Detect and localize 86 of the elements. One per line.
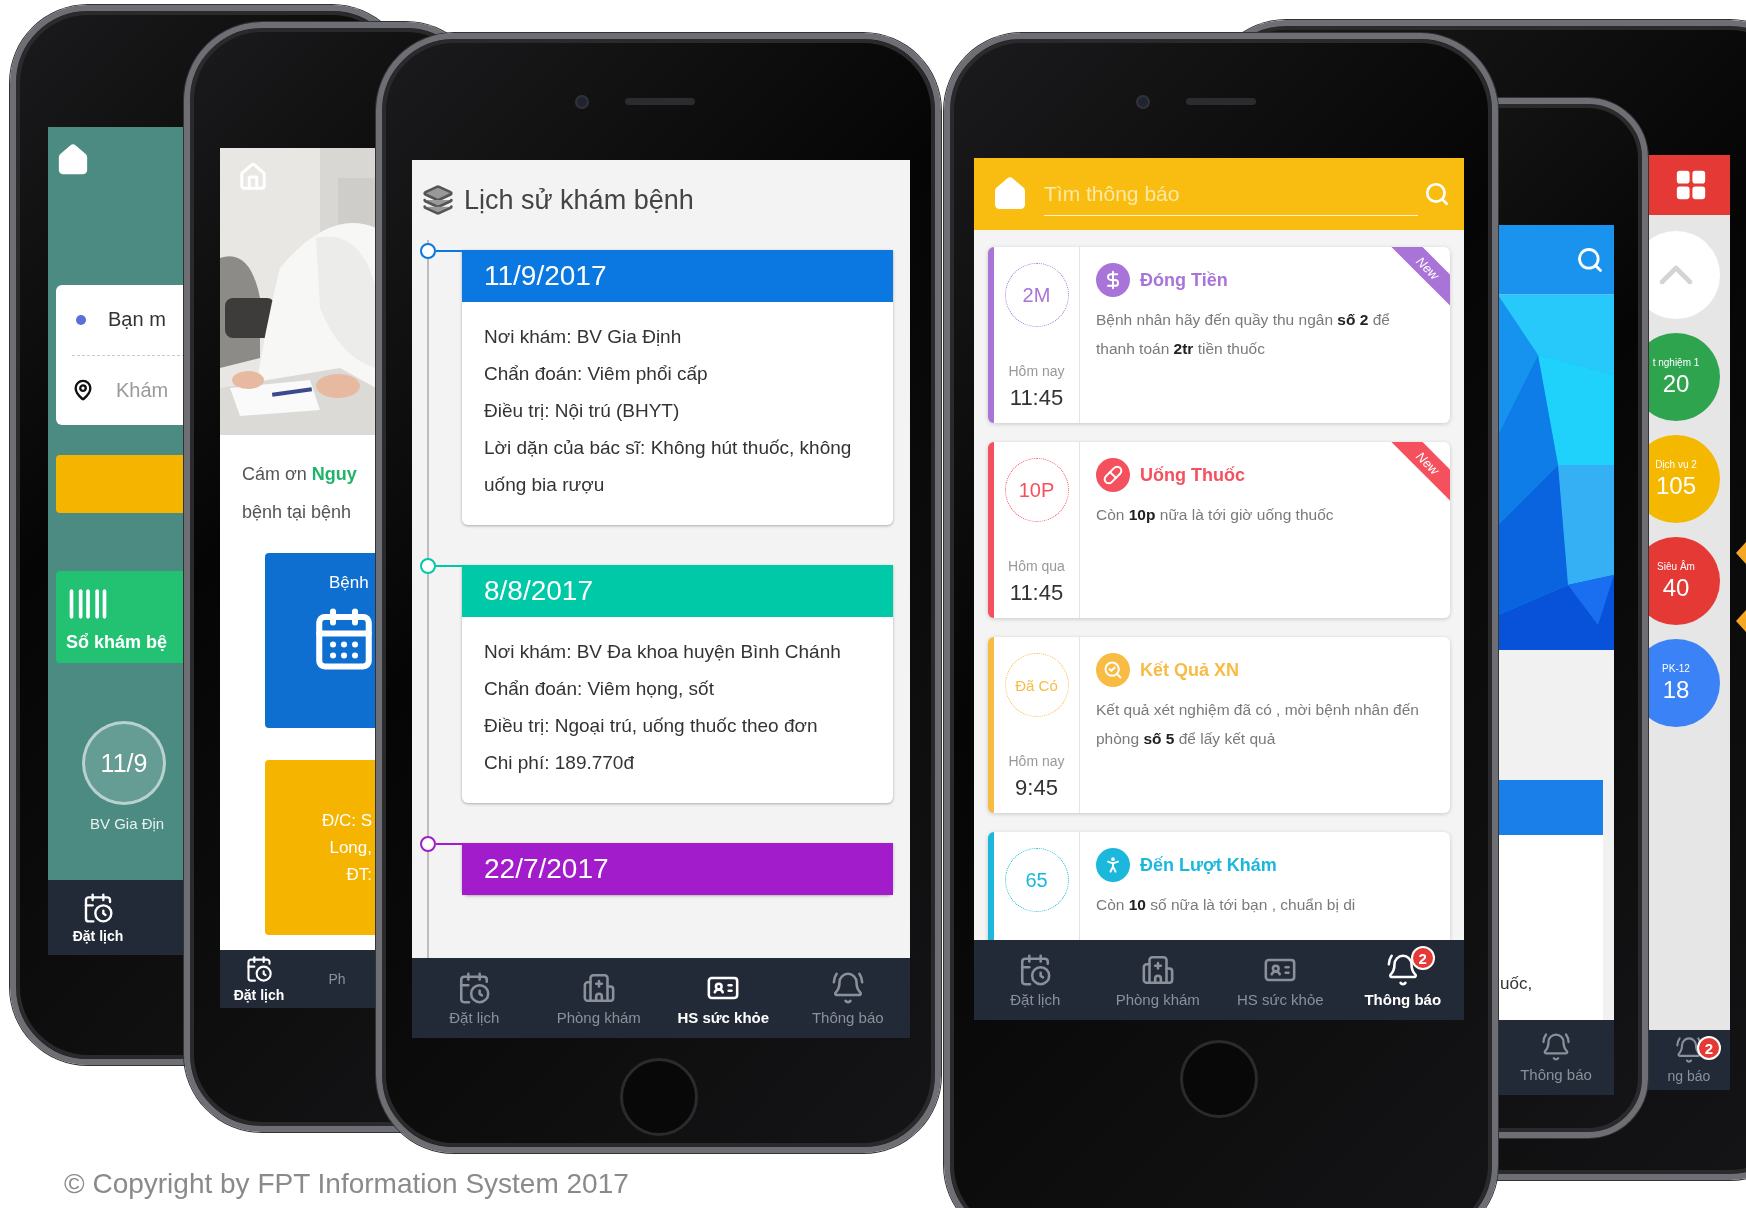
time-label: 11:45 [1009, 385, 1064, 411]
calendar-icon [1018, 952, 1053, 987]
phone-speaker [625, 98, 695, 105]
grid-icon[interactable] [1674, 168, 1708, 202]
search-icon[interactable] [1576, 245, 1604, 274]
calendar-icon [457, 970, 492, 1005]
greeting-text: bệnh tại bệnh [242, 501, 353, 524]
map-pin-icon [72, 379, 94, 402]
notification-title: Đến Lượt Khám [1140, 854, 1277, 876]
hospital-tile[interactable]: Bệnh [265, 553, 376, 728]
pointer-icon [1736, 542, 1746, 564]
notification-title: Đóng Tiền [1140, 269, 1228, 291]
nav-tab[interactable]: Phòng khám [1096, 940, 1219, 1020]
appointment-date: 11/9 [82, 721, 166, 805]
record-detail: Chi phí: 189.770đ [484, 751, 635, 775]
magnifier-icon [1103, 660, 1123, 680]
nav-tab[interactable]: Thông báo [1498, 1020, 1614, 1095]
search-icon[interactable] [1424, 181, 1450, 207]
record-date: 8/8/2017 [462, 565, 893, 617]
nav-tab[interactable]: Đặt lịch [412, 958, 537, 1038]
nav-tab[interactable]: Ph [298, 950, 376, 1008]
day-label: Hôm nay [1008, 753, 1065, 769]
nav-tab[interactable]: Đặt lịch [48, 880, 148, 955]
scroll-up-button[interactable] [1648, 231, 1720, 319]
destination-field[interactable]: Khám [116, 378, 169, 402]
search-field[interactable]: Tìm thông báo [1044, 172, 1418, 216]
nav-tab[interactable]: Thông báo 2 [1341, 940, 1464, 1020]
nav-tab[interactable]: ng báo 2 [1648, 1030, 1730, 1090]
pill-icon [1103, 465, 1123, 485]
queue-bubble[interactable]: PK-12 18 [1648, 639, 1720, 727]
count-badge: 2 [1697, 1036, 1721, 1060]
screen-title: Lịch sử khám bệnh [464, 184, 694, 216]
notification-card[interactable]: Đã Có Hôm nay 9:45 Kết Quả XN Kết quả xét nghiệm đã có , mời bệnh nhân đến phòng số 5 để lấy kết quả [988, 637, 1450, 813]
time-label: 11:45 [1009, 580, 1064, 606]
day-label: Hôm nay [1008, 363, 1065, 379]
phone-speaker [1186, 98, 1256, 105]
nav-tab[interactable]: HS sức khỏe [661, 958, 786, 1038]
calendar-icon [245, 955, 273, 983]
record-detail: Nơi khám: BV Gia Định [484, 325, 683, 349]
nav-tab[interactable]: Đặt lịch [974, 940, 1097, 1020]
layers-icon [422, 184, 454, 216]
record-card[interactable]: 11/9/2017 Nơi khám: BV Gia Định Chẩn đoán: Viêm phổi cấp Điều trị: Nội trú (BHYT) Lời dặn của bác sĩ: Không hút thuốc, không uống bia rượu [462, 250, 893, 525]
nav-tab[interactable]: HS sức khỏe [1219, 940, 1342, 1020]
bell-icon [1541, 1032, 1571, 1062]
origin-field[interactable]: Bạn m [108, 308, 166, 332]
action-bar[interactable] [56, 455, 185, 513]
home-icon[interactable] [992, 176, 1028, 212]
notification-title: Uống Thuốc [1140, 464, 1245, 486]
record-detail: Chẩn đoán: Viêm phổi cấp [484, 362, 709, 386]
record-card[interactable]: 8/8/2017 Nơi khám: BV Đa khoa huyện Bình Chánh Chẩn đoán: Viêm họng, sốt Điều trị: Ngoại trú, uống thuốc theo đơn Chi phí: 189.770đ [462, 565, 893, 803]
pointer-icon [1736, 610, 1746, 632]
nav-tab[interactable]: Thông báo [785, 958, 910, 1038]
time-label: 9:45 [1015, 775, 1058, 801]
bell-icon [1385, 952, 1420, 987]
record-detail: Điều trị: Ngoại trú, uống thuốc theo đơn [484, 714, 819, 738]
record-date: 22/7/2017 [462, 843, 893, 895]
record-detail: Nơi khám: BV Đa khoa huyện Bình Chánh [484, 640, 842, 664]
search-bar[interactable]: Tìm thông báo [974, 158, 1464, 230]
hospital-name: BV Gia Địn [90, 815, 165, 832]
queue-bubble[interactable]: t nghiệm 1 20 [1648, 333, 1720, 421]
notification-card[interactable]: 2M Hôm nay 11:45 Đóng Tiền Bệnh nhân hãy đến quầy thu ngân số 2 để thanh toán 2tr tiền thuốc New [988, 247, 1450, 423]
copyright-text: © Copyright by FPT Information System 2017 [64, 1168, 629, 1200]
day-label: Hôm qua [1008, 558, 1065, 574]
location-dot-icon [76, 314, 86, 325]
notification-text: Kết quả xét nghiệm đã có , mời bệnh nhân đến phòng số 5 để lấy kết quả [1096, 700, 1420, 749]
notification-text: Còn 10p nữa là tới giờ uống thuốc [1096, 505, 1335, 525]
bell-icon [830, 970, 865, 1005]
home-icon[interactable] [56, 143, 90, 177]
notification-text: Còn 10 số nữa là tới bạn , chuẩn bị di [1096, 895, 1357, 915]
count-badge: 2 [1410, 946, 1435, 970]
record-detail: Điều trị: Nội trú (BHYT) [484, 399, 681, 423]
bell-icon [1675, 1036, 1703, 1064]
nav-tab[interactable]: Đặt lịch [220, 950, 298, 1008]
calendar-icon [82, 891, 114, 924]
notification-card[interactable]: 65 Đến Lượt Khám Còn 10 số nữa là tới bạn , chuẩn bị di [988, 832, 1450, 940]
health-book-tile[interactable]: Sổ khám bệ [56, 571, 185, 663]
record-detail: Chẩn đoán: Viêm họng, sốt [484, 677, 715, 701]
record-detail: Lời dặn của bác sĩ: Không hút thuốc, không uống bia rượu [484, 436, 853, 497]
notification-card[interactable]: 10P Hôm qua 11:45 Uống Thuốc Còn 10p nữa là tới giờ uống thuốc New [988, 442, 1450, 618]
nav-tab[interactable]: Phòng khám [536, 958, 661, 1038]
greeting-text: Cám ơn Nguy [242, 463, 358, 486]
queue-bubble[interactable]: Siêu Âm 40 [1648, 537, 1720, 625]
notification-title: Kết Quả XN [1140, 659, 1240, 681]
record-date: 11/9/2017 [462, 250, 893, 302]
notification-text: Bệnh nhân hãy đến quầy thu ngân số 2 để thanh toán 2tr tiền thuốc [1096, 310, 1391, 359]
card-text: uốc, [1500, 974, 1533, 994]
